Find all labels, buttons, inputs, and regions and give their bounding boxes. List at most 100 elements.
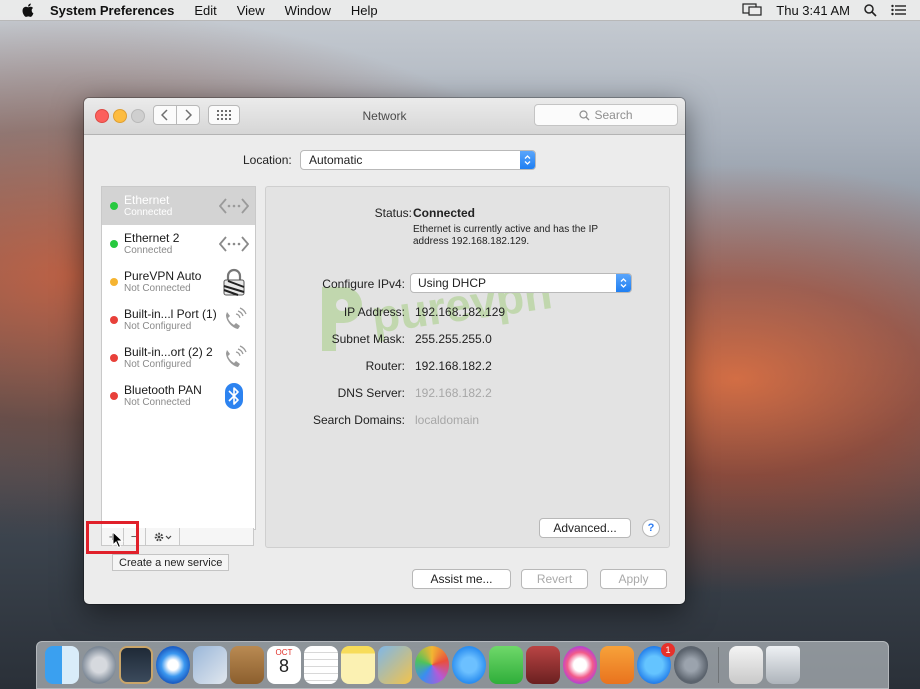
location-value: Automatic — [309, 153, 363, 167]
dns-server-value: 192.168.182.2 — [415, 386, 492, 400]
advanced-button[interactable]: Advanced... — [539, 518, 631, 538]
finder-icon[interactable] — [45, 646, 79, 684]
trash-icon[interactable] — [766, 646, 800, 684]
service-state: Not Configured — [124, 321, 192, 332]
search-domains-label: Search Domains: — [312, 413, 405, 427]
phone-icon — [219, 343, 249, 373]
menu-clock[interactable]: Thu 3:41 AM — [776, 3, 850, 18]
calendar-icon[interactable]: OCT 8 — [267, 646, 301, 684]
menu-app-name[interactable]: System Preferences — [50, 3, 174, 18]
router-label: Router: — [365, 359, 405, 373]
vpn-lock-icon — [219, 267, 249, 297]
launchpad-icon[interactable] — [82, 646, 116, 684]
select-arrows-icon — [520, 151, 535, 169]
select-arrows-icon — [616, 274, 631, 292]
status-dot — [110, 316, 118, 324]
service-state: Connected — [124, 245, 173, 256]
service-ethernet[interactable]: Ethernet Connected — [102, 187, 255, 225]
tooltip: Create a new service — [112, 554, 230, 571]
search-field[interactable]: Search — [534, 104, 678, 126]
status-dot — [110, 354, 118, 362]
service-state: Not Connected — [124, 283, 191, 294]
dock: OCT 8 1 — [36, 641, 889, 689]
phone-icon — [219, 305, 249, 335]
service-name: Ethernet 2 — [124, 231, 180, 245]
status-dot — [110, 278, 118, 286]
ethernet-icon — [219, 191, 249, 221]
service-purevpn-auto[interactable]: PureVPN Auto Not Connected — [102, 263, 255, 301]
downloads-icon[interactable] — [729, 646, 763, 684]
notes-icon[interactable] — [341, 646, 375, 684]
notification-center-icon[interactable] — [891, 4, 906, 16]
status-dot — [110, 240, 118, 248]
itunes-icon[interactable] — [563, 646, 597, 684]
service-name: Built-in...ort (2) 2 — [124, 345, 213, 359]
service-builtin-port-1[interactable]: Built-in...l Port (1) Not Configured — [102, 301, 255, 339]
photo-booth-icon[interactable] — [526, 646, 560, 684]
service-name: PureVPN Auto — [124, 269, 202, 283]
status-value: Connected — [413, 206, 476, 220]
calendar-day: 8 — [278, 656, 289, 676]
dns-server-label: DNS Server: — [337, 386, 405, 400]
router-value: 192.168.182.2 — [415, 359, 492, 373]
location-label: Location: — [243, 153, 292, 167]
gear-icon — [154, 532, 171, 541]
network-window: Network Search Location: Automatic Ether… — [84, 98, 685, 604]
system-preferences-icon[interactable] — [674, 646, 708, 684]
assist-me-button[interactable]: Assist me... — [412, 569, 511, 589]
ip-address-value: 192.168.182.129 — [415, 305, 506, 319]
search-icon — [579, 109, 590, 120]
contacts-icon[interactable] — [230, 646, 264, 684]
menu-help[interactable]: Help — [351, 3, 378, 18]
reminders-icon[interactable] — [304, 646, 338, 684]
search-placeholder: Search — [594, 108, 633, 122]
help-button[interactable]: ? — [642, 519, 660, 537]
service-bluetooth-pan[interactable]: Bluetooth PAN Not Connected — [102, 377, 255, 415]
ip-address-label: IP Address: — [343, 305, 405, 319]
app-store-icon[interactable]: 1 — [637, 643, 675, 684]
location-select[interactable]: Automatic — [300, 150, 536, 170]
revert-button[interactable]: Revert — [521, 569, 588, 589]
maps-icon[interactable] — [378, 646, 412, 684]
menu-edit[interactable]: Edit — [194, 3, 216, 18]
status-label: Status: — [374, 206, 412, 220]
facetime-icon[interactable] — [489, 646, 523, 684]
service-state: Not Connected — [124, 397, 191, 408]
search-domains-value: localdomain — [415, 413, 480, 427]
mouse-cursor-icon — [112, 531, 124, 549]
bluetooth-icon — [219, 381, 249, 411]
spotlight-search-icon[interactable] — [864, 3, 877, 17]
menu-bar: System Preferences Edit View Window Help… — [0, 0, 920, 21]
status-dot — [110, 202, 118, 210]
service-ethernet-2[interactable]: Ethernet 2 Connected — [102, 225, 255, 263]
action-menu-button[interactable] — [146, 527, 180, 546]
menu-window[interactable]: Window — [285, 3, 331, 18]
configure-ipv4-select[interactable]: Using DHCP — [410, 273, 632, 293]
detail-panel: purevpn Status: Connected Ethernet is cu… — [265, 186, 670, 548]
dock-separator — [718, 647, 719, 683]
apply-button[interactable]: Apply — [600, 569, 667, 589]
photos-icon[interactable] — [415, 646, 449, 684]
subnet-mask-value: 255.255.255.0 — [415, 332, 492, 346]
status-dot — [110, 392, 118, 400]
subnet-mask-label: Subnet Mask: — [331, 332, 405, 346]
messages-icon[interactable] — [452, 646, 486, 684]
service-name: Bluetooth PAN — [124, 383, 202, 397]
ethernet-icon — [219, 229, 249, 259]
title-bar: Network Search — [84, 98, 685, 135]
service-list: Ethernet Connected Ethernet 2 Connected … — [101, 186, 256, 530]
menu-view[interactable]: View — [237, 3, 265, 18]
status-description: Ethernet is currently active and has the… — [413, 224, 598, 247]
service-state: Not Configured — [124, 359, 192, 370]
display-mirroring-icon[interactable] — [742, 3, 762, 17]
mission-control-icon[interactable] — [119, 646, 153, 684]
safari-icon[interactable] — [156, 646, 190, 684]
mail-icon[interactable] — [193, 646, 227, 684]
service-state: Connected — [124, 207, 173, 218]
configure-ipv4-label: Configure IPv4: — [322, 277, 405, 291]
ibooks-icon[interactable] — [600, 646, 634, 684]
service-builtin-port-2[interactable]: Built-in...ort (2) 2 Not Configured — [102, 339, 255, 377]
apple-menu-icon[interactable] — [18, 3, 36, 17]
configure-ipv4-value: Using DHCP — [418, 276, 487, 290]
notification-badge: 1 — [661, 643, 675, 657]
